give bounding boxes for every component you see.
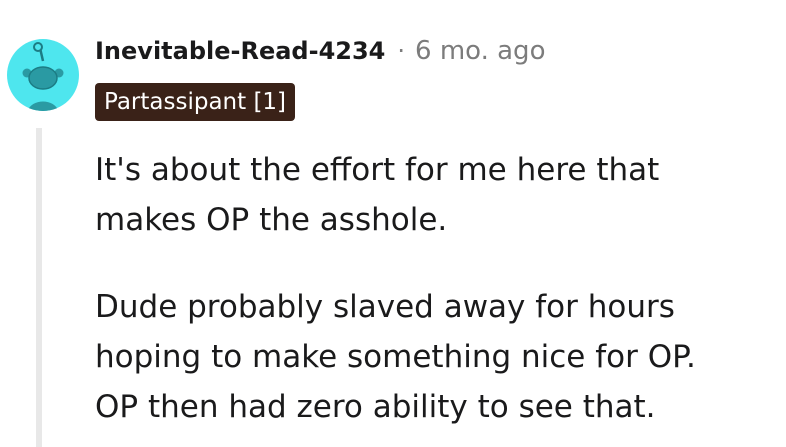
comment-text-line: makes OP the asshole. — [95, 202, 448, 238]
snoo-avatar-icon[interactable] — [7, 39, 79, 111]
timestamp-link[interactable]: 6 mo. ago — [415, 36, 545, 66]
comment-body: It's about the effort for me here that m… — [95, 145, 775, 432]
comment-meta: Inevitable-Read-4234 · 6 mo. ago — [95, 33, 545, 69]
meta-separator: · — [397, 37, 406, 65]
comment-text-line: hoping to make something nice for OP. — [95, 339, 696, 375]
comment-paragraph: Dude probably slaved away for hours hopi… — [95, 282, 775, 432]
comment-paragraph: It's about the effort for me here that m… — [95, 145, 775, 245]
comment-text-line: Dude probably slaved away for hours — [95, 289, 675, 325]
username-link[interactable]: Inevitable-Read-4234 — [95, 37, 385, 65]
comment: Inevitable-Read-4234 · 6 mo. ago Partass… — [0, 0, 786, 447]
thread-line[interactable] — [36, 128, 42, 447]
user-flair: Partassipant [1] — [95, 83, 296, 121]
comment-text-line: OP then had zero ability to see that. — [95, 389, 656, 425]
comment-text-line: It's about the effort for me here that — [95, 152, 660, 188]
